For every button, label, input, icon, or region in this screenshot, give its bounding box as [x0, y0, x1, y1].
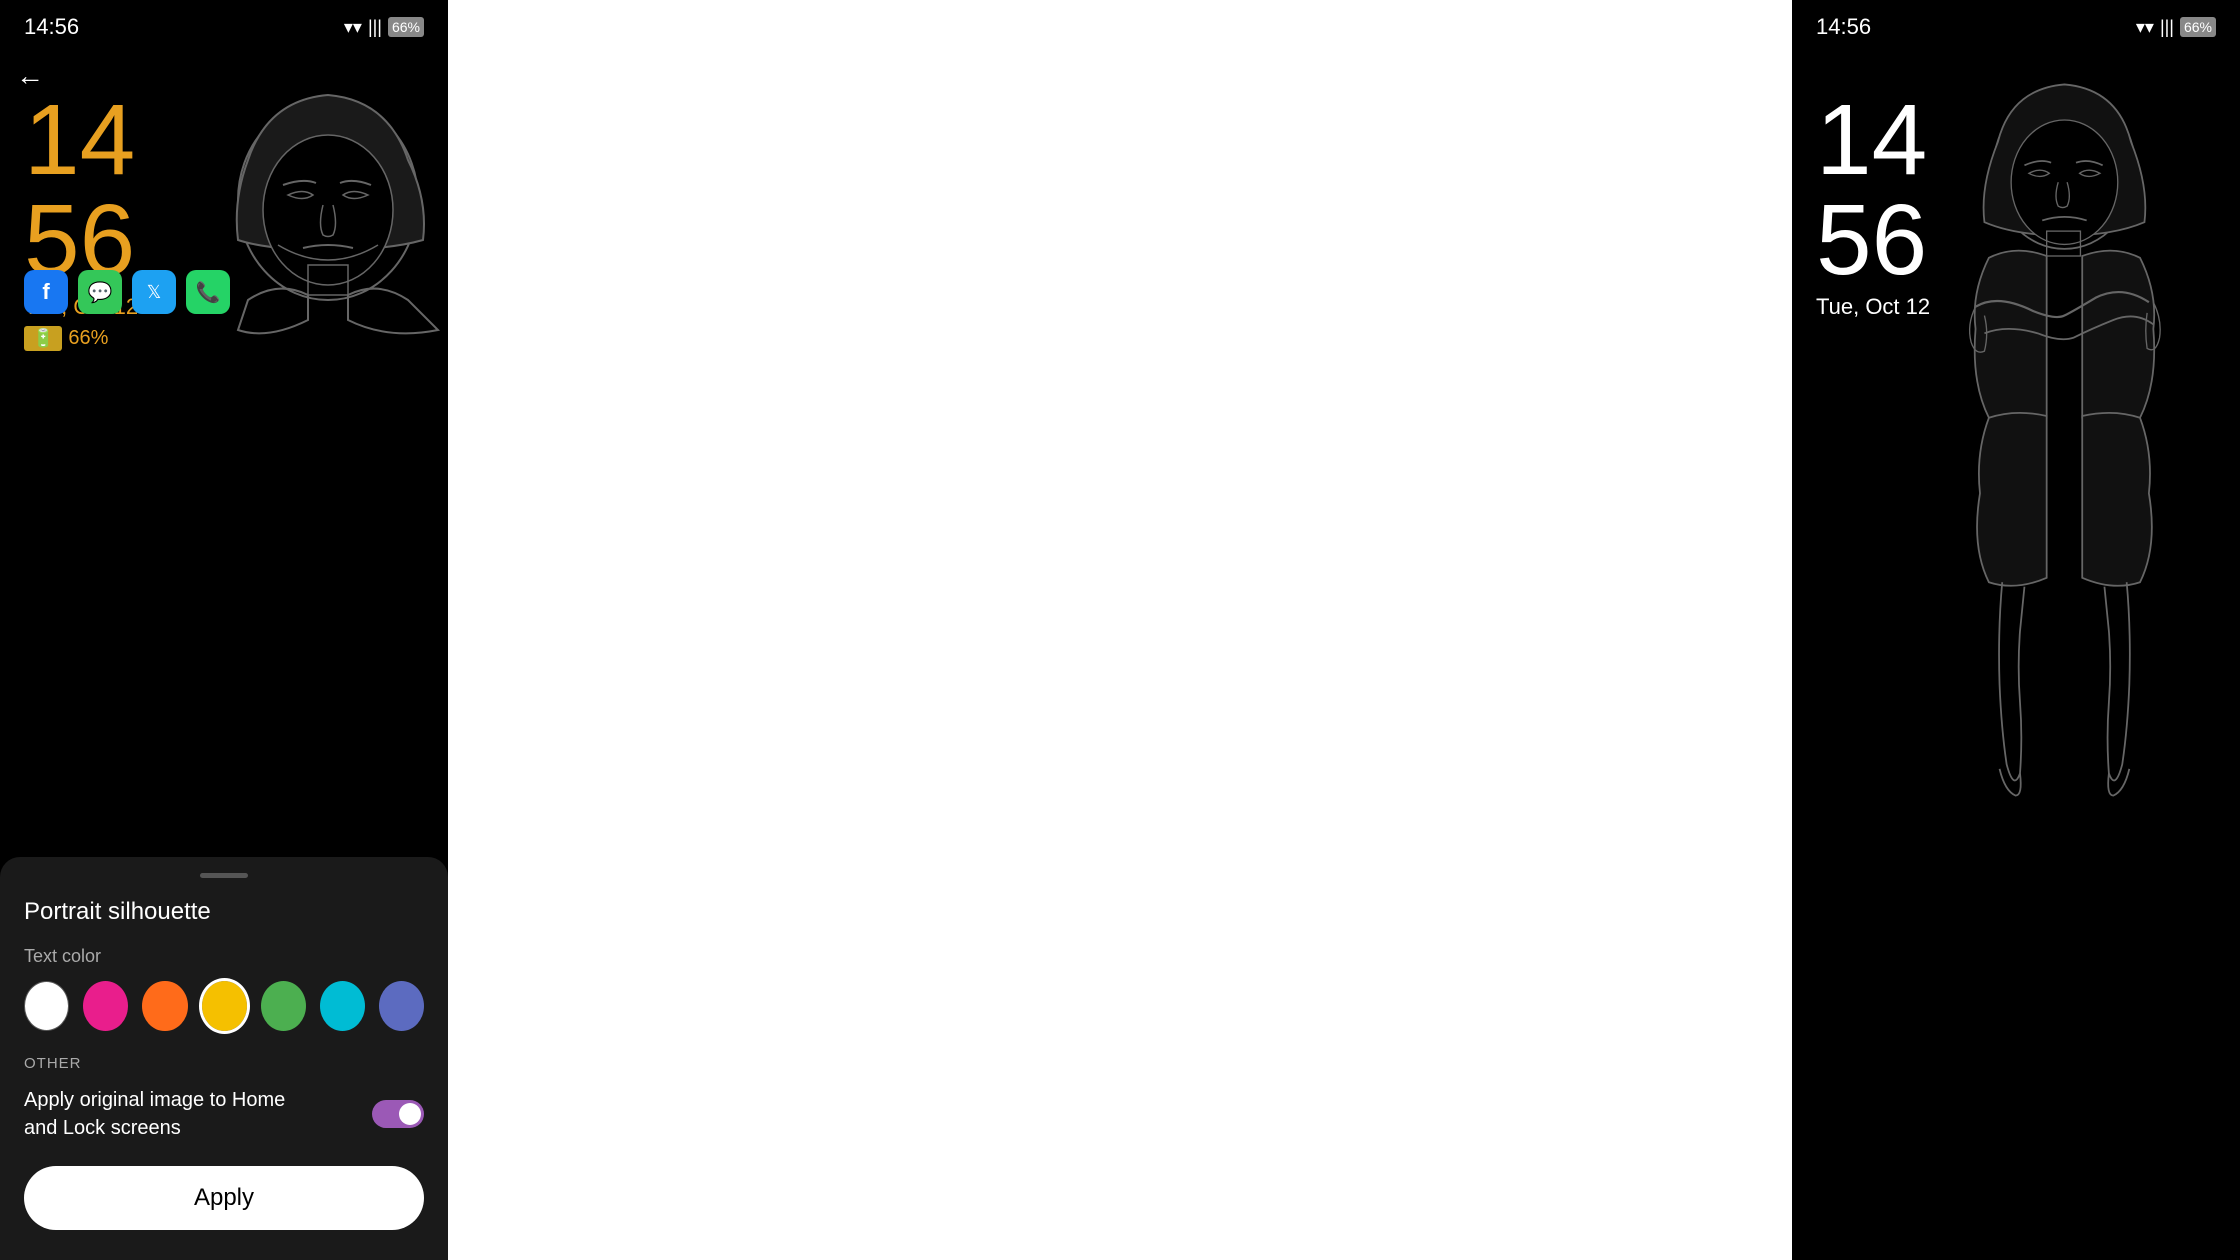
clock-minute-right: 56 — [1816, 190, 1930, 290]
status-bar-right: 14:56 ▾▾ ||| 66% — [1792, 0, 2240, 44]
status-icons-left: ▾▾ ||| 66% — [344, 17, 424, 38]
battery-pct-left: 66% — [68, 327, 108, 350]
toggle-text: Apply original image to Home and Lock sc… — [24, 1086, 324, 1142]
wifi-icon-right: ▾▾ — [2136, 17, 2154, 38]
toggle-row: Apply original image to Home and Lock sc… — [24, 1086, 424, 1142]
swatch-blue[interactable] — [379, 981, 424, 1031]
sheet-title: Portrait silhouette — [24, 898, 424, 926]
swatch-cyan[interactable] — [320, 981, 365, 1031]
time-right: 14:56 — [1816, 14, 1871, 40]
swatch-white[interactable] — [24, 981, 69, 1031]
right-phone: 14:56 ▾▾ ||| 66% 14 56 Tue, Oct 12 — [1792, 0, 2240, 1260]
whatsapp-icon[interactable]: 📞 — [186, 270, 230, 314]
clock-date-right: Tue, Oct 12 — [1816, 294, 1930, 320]
apply-button[interactable]: Apply — [24, 1166, 424, 1230]
app-icons: f 💬 𝕏 📞 — [24, 270, 230, 314]
time-left: 14:56 — [24, 14, 79, 40]
wifi-icon: ▾▾ — [344, 17, 362, 38]
swatch-green[interactable] — [261, 981, 306, 1031]
battery-right: 66% — [2180, 17, 2216, 37]
clock-right: 14 56 Tue, Oct 12 — [1816, 90, 1930, 320]
battery-left: 66% — [388, 17, 424, 37]
color-swatches — [24, 981, 424, 1031]
clock-hour-right: 14 — [1816, 90, 1930, 190]
color-label: Text color — [24, 946, 424, 967]
battery-badge-left: 🔋 — [24, 326, 62, 351]
toggle-switch[interactable] — [372, 1100, 424, 1128]
status-bar-left: 14:56 ▾▾ ||| 66% — [0, 0, 448, 44]
full-body-sketch — [1900, 80, 2220, 880]
status-icons-right: ▾▾ ||| 66% — [2136, 17, 2216, 38]
bottom-sheet: Portrait silhouette Text color OTHER App… — [0, 857, 448, 1260]
messages-icon[interactable]: 💬 — [78, 270, 122, 314]
swatch-orange[interactable] — [142, 981, 187, 1031]
signal-icon-right: ||| — [2160, 17, 2174, 38]
battery-status-left: 🔋 66% — [24, 326, 138, 351]
toggle-knob — [399, 1103, 421, 1125]
left-phone: 14:56 ▾▾ ||| 66% ← 14 56 Tue, Oct 12 🔋 6… — [0, 0, 448, 1260]
back-button[interactable]: ← — [16, 60, 44, 92]
other-section-label: OTHER — [24, 1055, 424, 1072]
twitter-icon[interactable]: 𝕏 — [132, 270, 176, 314]
signal-icon: ||| — [368, 17, 382, 38]
facebook-icon[interactable]: f — [24, 270, 68, 314]
clock-hour-left: 14 — [24, 90, 138, 190]
swatch-yellow[interactable] — [202, 981, 247, 1031]
sheet-handle — [200, 873, 248, 878]
swatch-pink[interactable] — [83, 981, 128, 1031]
